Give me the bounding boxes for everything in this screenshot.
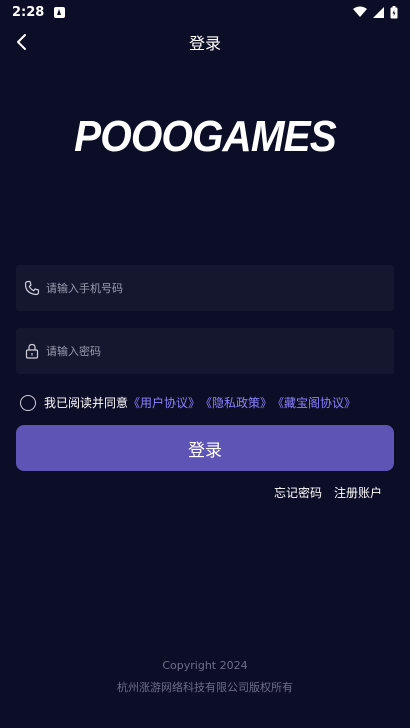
notification-icon: [54, 6, 66, 18]
app-logo: POOOGAMES: [74, 112, 337, 161]
battery-icon: [390, 5, 398, 18]
status-left: 2:28: [12, 4, 66, 20]
chevron-left-icon: [17, 34, 26, 50]
lock-icon: [25, 343, 39, 359]
login-button[interactable]: 登录: [16, 425, 394, 471]
signal-icon: [373, 6, 384, 18]
back-button[interactable]: [10, 30, 34, 54]
status-right: [353, 5, 398, 19]
agreement-checkbox[interactable]: [20, 394, 36, 411]
register-link[interactable]: 注册账户: [334, 484, 382, 501]
footer-company: 杭州涨游网络科技有限公司版权所有: [117, 681, 293, 694]
page-title: 登录: [188, 34, 221, 53]
password-input[interactable]: [46, 344, 346, 358]
agreement-text: 我已阅读并同意: [44, 396, 129, 410]
account-links: 忘记密码 注册账户: [274, 484, 382, 501]
phone-input[interactable]: [46, 281, 346, 295]
user-agreement-link[interactable]: 《用户协议》: [128, 394, 200, 411]
treasure-agreement-link[interactable]: 《藏宝阁协议》: [272, 394, 356, 411]
phone-field[interactable]: [16, 265, 394, 311]
footer-copyright: Copyright 2024: [162, 659, 248, 672]
wifi-icon: [353, 6, 367, 17]
app-header: 登录: [0, 24, 410, 60]
status-bar: 2:28: [0, 0, 410, 24]
forgot-password-link[interactable]: 忘记密码: [274, 484, 322, 501]
status-time: 2:28: [12, 4, 45, 20]
agreement-row: 我已阅读并同意 《用户协议》 《隐私政策》 《藏宝阁协议》: [20, 394, 356, 411]
phone-icon: [24, 280, 40, 296]
password-field[interactable]: [16, 328, 394, 374]
privacy-policy-link[interactable]: 《隐私政策》: [200, 394, 272, 411]
